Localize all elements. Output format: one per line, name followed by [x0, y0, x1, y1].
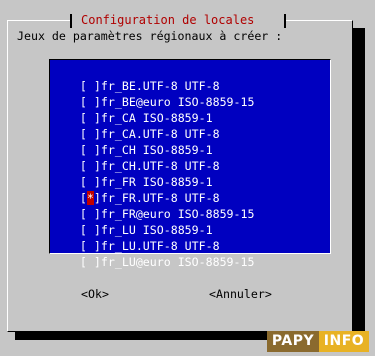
watermark-part1: PAPY	[267, 331, 319, 352]
locale-item[interactable]: [ ]fr_BE.UTF-8 UTF-8	[52, 62, 220, 93]
locale-item[interactable]: [ ]fr_FR ISO-8859-1	[52, 158, 213, 189]
cancel-button[interactable]: <Annuler>	[209, 287, 272, 301]
title-left-bracket	[70, 14, 72, 28]
locale-item[interactable]: [ ]fr_CH ISO-8859-1	[52, 126, 213, 157]
locale-item[interactable]: [ ]fr_CA.UTF-8 UTF-8	[52, 110, 220, 141]
locale-dialog: Configuration de locales Jeux de paramèt…	[0, 0, 375, 356]
title-right-bracket	[284, 14, 286, 28]
locale-item[interactable]: [ ]fr_CH.UTF-8 UTF-8	[52, 142, 220, 173]
locale-item[interactable]: [ ]fr_LU ISO-8859-1	[52, 206, 213, 237]
locale-item[interactable]: [ ]fr_BE@euro ISO-8859-15	[52, 78, 255, 109]
watermark-logo: PAPY INFO	[267, 331, 369, 352]
locale-label: fr_LU@euro ISO-8859-15	[100, 255, 255, 269]
locale-item[interactable]: [ ]fr_CA ISO-8859-1	[52, 94, 213, 125]
locale-item[interactable]: [ ]fr_FR@euro ISO-8859-15	[52, 190, 255, 221]
locale-item-selected[interactable]: [*]fr_FR.UTF-8 UTF-8	[52, 174, 220, 205]
dialog-prompt: Jeux de paramètres régionaux à créer :	[17, 29, 283, 43]
ok-button[interactable]: <Ok>	[81, 287, 109, 301]
locale-item[interactable]: [ ]fr_LU.UTF-8 UTF-8	[52, 222, 220, 253]
checkbox[interactable]: [ ]	[80, 254, 101, 270]
dialog-shadow-right	[353, 28, 365, 340]
dialog-title: Configuration de locales	[81, 13, 255, 27]
watermark-part2: INFO	[319, 331, 369, 352]
locale-item[interactable]: [ ]fr_LU@euro ISO-8859-15	[52, 238, 255, 269]
